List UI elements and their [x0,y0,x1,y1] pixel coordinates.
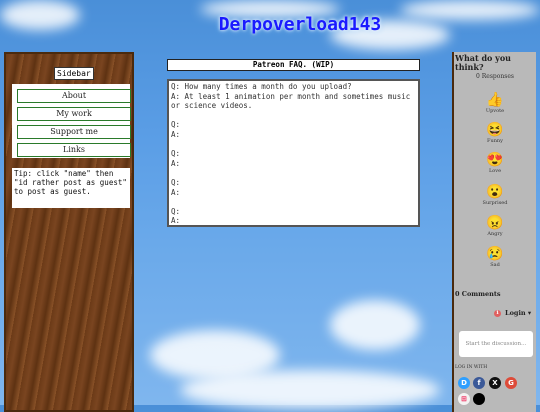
reaction-label: Funny [487,138,503,144]
laughing-face-icon: 😆 [486,122,504,138]
cloud [330,300,420,350]
heart-eyes-icon: 😍 [486,152,504,168]
comments-count: 0 Comments [455,290,501,298]
nav-my-work-button[interactable]: My work [17,107,131,121]
reaction-love[interactable]: 😍 Love [454,152,536,174]
reaction-label: Sad [490,262,500,268]
faq-line: Q: [171,120,181,130]
surprised-face-icon: 😮 [486,184,504,200]
reaction-label: Surprised [482,200,508,206]
reaction-upvote[interactable]: 👍 Upvote [454,92,536,114]
thumbs-up-icon: 👍 [486,92,504,108]
login-row: 1 Login ▾ [494,309,538,317]
reaction-surprised[interactable]: 😮 Surprised [454,184,536,206]
faq-line: Q: [171,177,181,187]
sidebar-nav: About My work Support me Links [12,84,131,158]
discussion-input[interactable]: Start the discussion… [459,331,533,357]
faq-content: Q: How many times a month do you upload?… [167,79,420,227]
apple-login-icon[interactable] [473,393,485,405]
faq-line: A: [171,129,181,139]
reaction-label: Upvote [485,108,505,114]
facebook-login-icon[interactable]: f [473,377,485,389]
faq-line [171,111,416,121]
responses-count: 0 Responses [476,73,514,80]
faq-line: A: [171,216,181,226]
faq-line: Q: [171,149,181,159]
faq-line: Q: [171,206,181,216]
nav-links-button[interactable]: Links [17,143,131,157]
cloud [180,370,440,410]
faq-line: A: At least 1 animation per month and so… [171,91,415,111]
comments-heading: What do you think? [455,53,511,72]
x-login-icon[interactable]: X [489,377,501,389]
notification-badge[interactable]: 1 [494,309,501,317]
sidebar: Sidebar About My work Support me Links T… [4,52,134,412]
reaction-sad[interactable]: 😢 Sad [454,246,536,268]
reaction-funny[interactable]: 😆 Funny [454,122,536,144]
faq-line [171,140,416,150]
reaction-angry[interactable]: 😠 Angry [454,215,536,237]
faq-line: Q: How many times a month do you upload? [171,82,352,91]
sidebar-title: Sidebar [54,67,94,80]
microsoft-login-icon[interactable]: ⊞ [458,393,470,405]
reaction-label: Love [488,168,502,174]
crying-face-icon: 😢 [486,246,504,262]
nav-support-me-button[interactable]: Support me [17,125,131,139]
reaction-label: Angry [487,231,503,237]
comments-panel: What do you think? 0 Responses 👍 Upvote … [452,52,536,412]
google-login-icon[interactable]: G [505,377,517,389]
login-with-label: LOG IN WITH [455,365,488,370]
disqus-login-icon[interactable]: D [458,377,470,389]
login-dropdown[interactable]: Login ▾ [505,309,531,317]
nav-about-button[interactable]: About [17,89,131,103]
faq-line [171,197,416,207]
faq-line [171,168,416,178]
site-title: Derpoverload143 [218,14,382,35]
angry-face-icon: 😠 [486,215,504,231]
faq-line: A: [171,187,181,197]
faq-title: Patreon FAQ. (WIP) [167,59,420,71]
tip-text: Tip: click "name" then "id rather post a… [12,168,130,208]
faq-line: A: [171,158,181,168]
